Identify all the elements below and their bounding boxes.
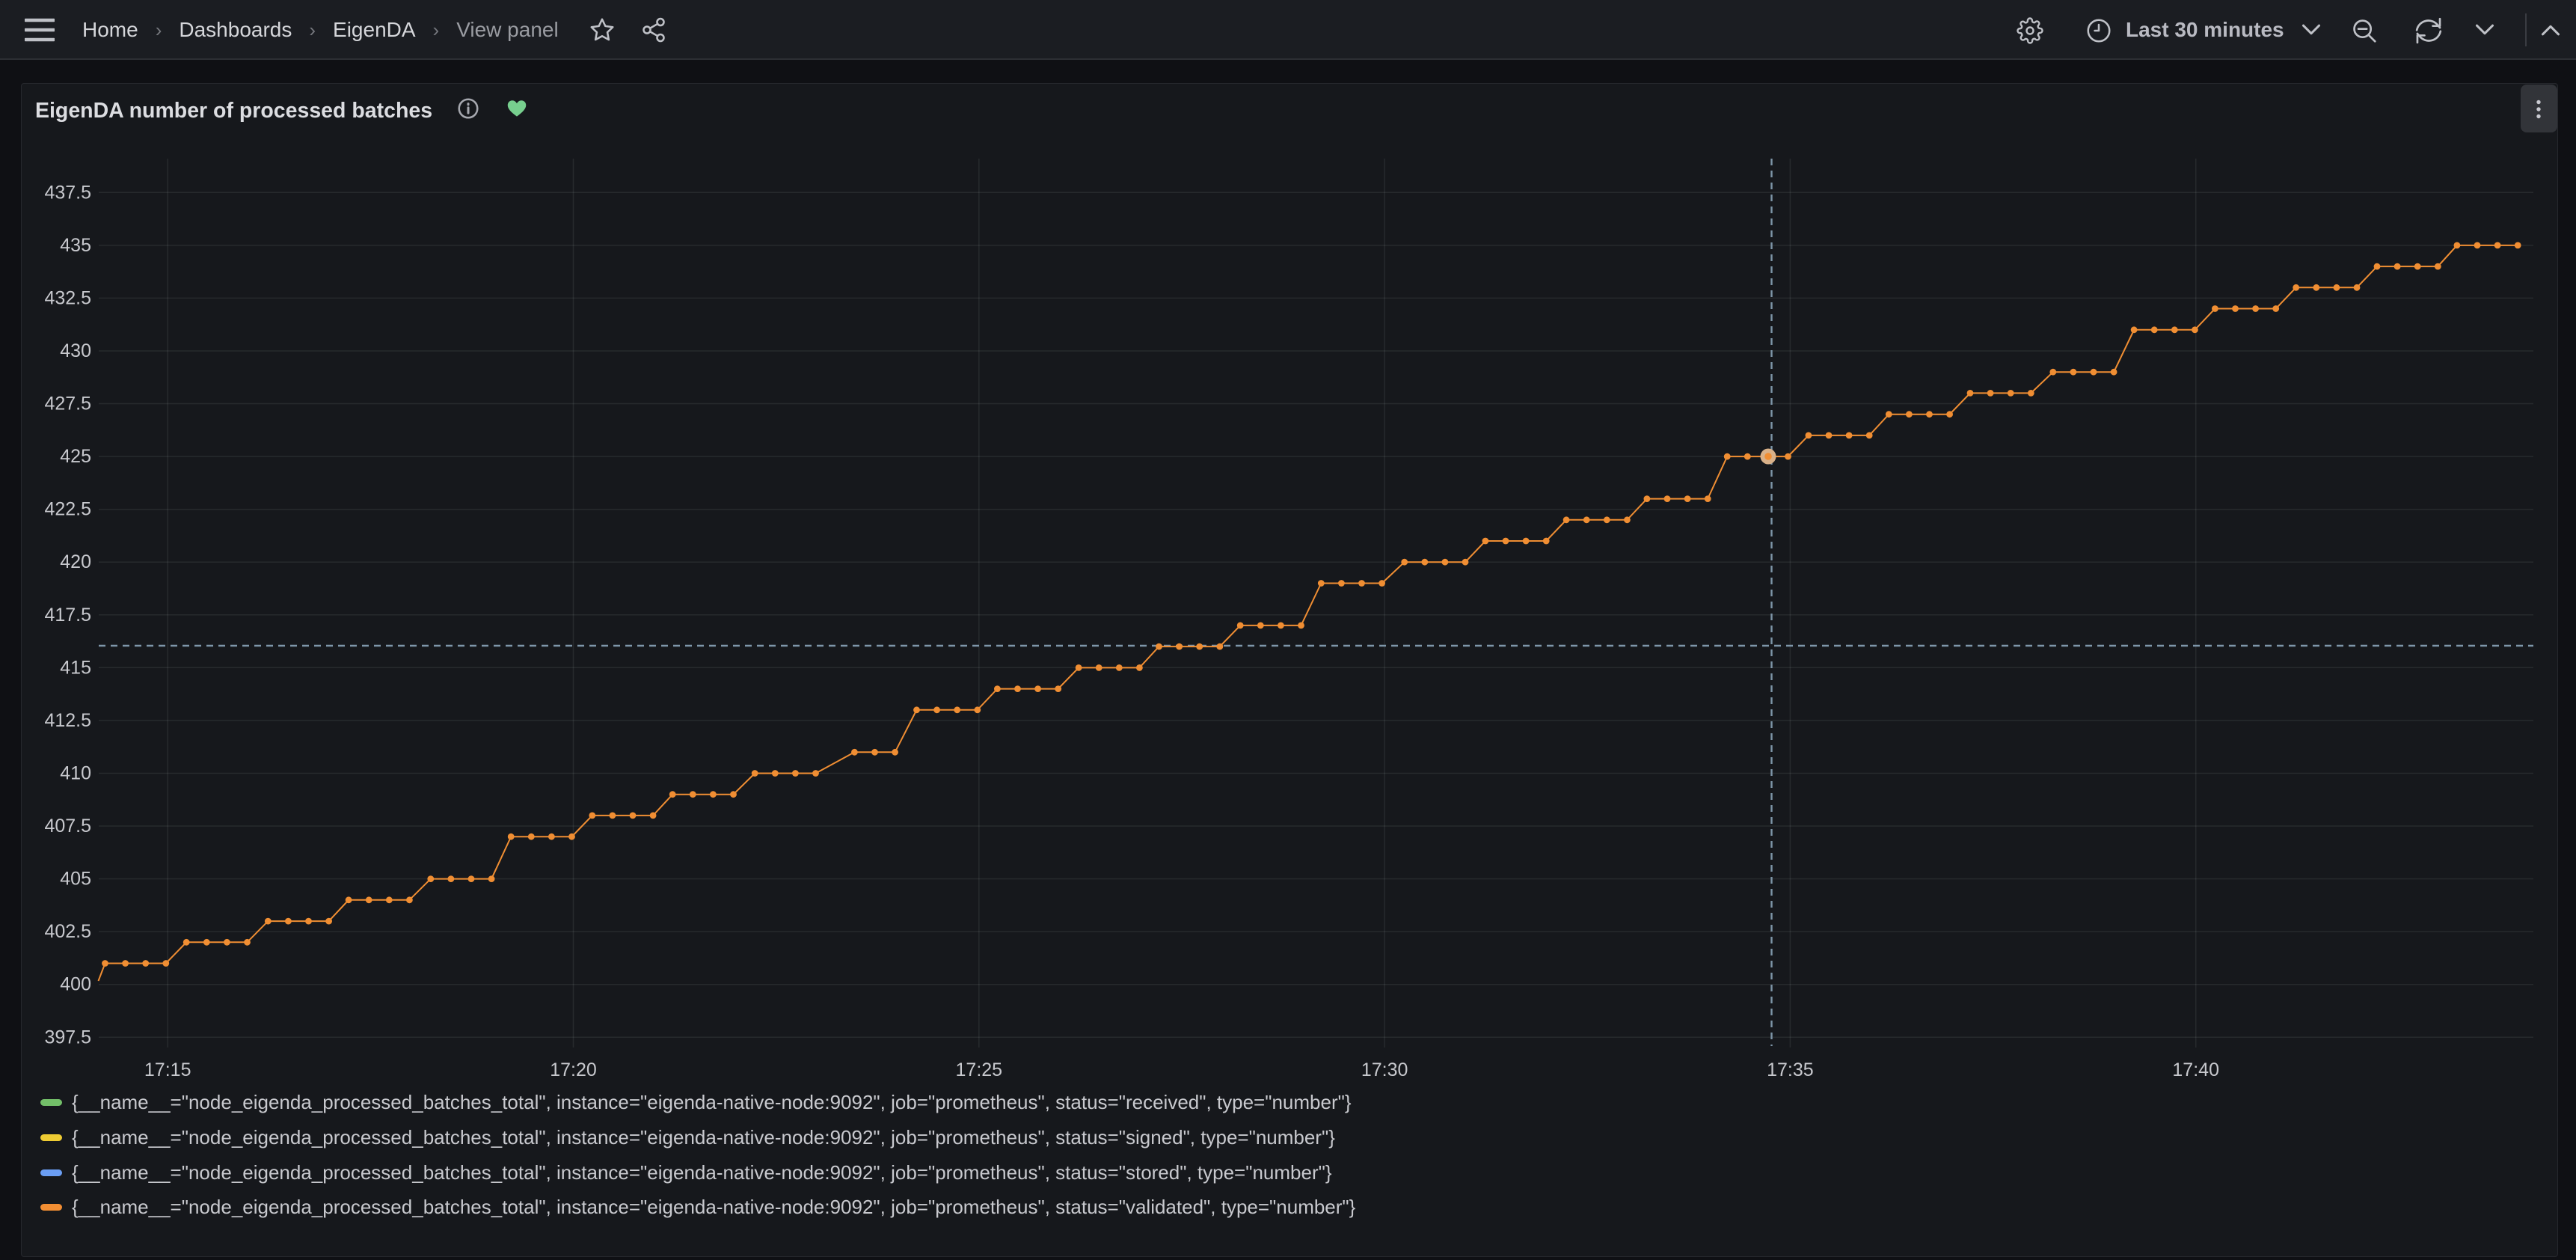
svg-text:405: 405 (60, 869, 91, 890)
svg-text:410: 410 (60, 763, 91, 784)
svg-text:437.5: 437.5 (44, 182, 91, 203)
svg-text:17:40: 17:40 (2172, 1059, 2219, 1080)
svg-text:420: 420 (60, 551, 91, 572)
svg-text:412.5: 412.5 (44, 710, 91, 731)
svg-text:422.5: 422.5 (44, 499, 91, 520)
svg-text:430: 430 (60, 340, 91, 361)
svg-text:417.5: 417.5 (44, 605, 91, 626)
svg-text:17:25: 17:25 (956, 1059, 1003, 1080)
svg-text:435: 435 (60, 235, 91, 256)
svg-text:397.5: 397.5 (44, 1027, 91, 1048)
svg-text:402.5: 402.5 (44, 921, 91, 942)
svg-text:400: 400 (60, 974, 91, 995)
svg-text:427.5: 427.5 (44, 394, 91, 415)
svg-text:17:15: 17:15 (144, 1059, 191, 1080)
svg-text:425: 425 (60, 446, 91, 467)
svg-text:432.5: 432.5 (44, 287, 91, 308)
svg-text:17:20: 17:20 (550, 1059, 597, 1080)
svg-text:415: 415 (60, 657, 91, 678)
svg-text:17:30: 17:30 (1361, 1059, 1408, 1080)
svg-text:17:35: 17:35 (1767, 1059, 1814, 1080)
svg-text:407.5: 407.5 (44, 816, 91, 837)
